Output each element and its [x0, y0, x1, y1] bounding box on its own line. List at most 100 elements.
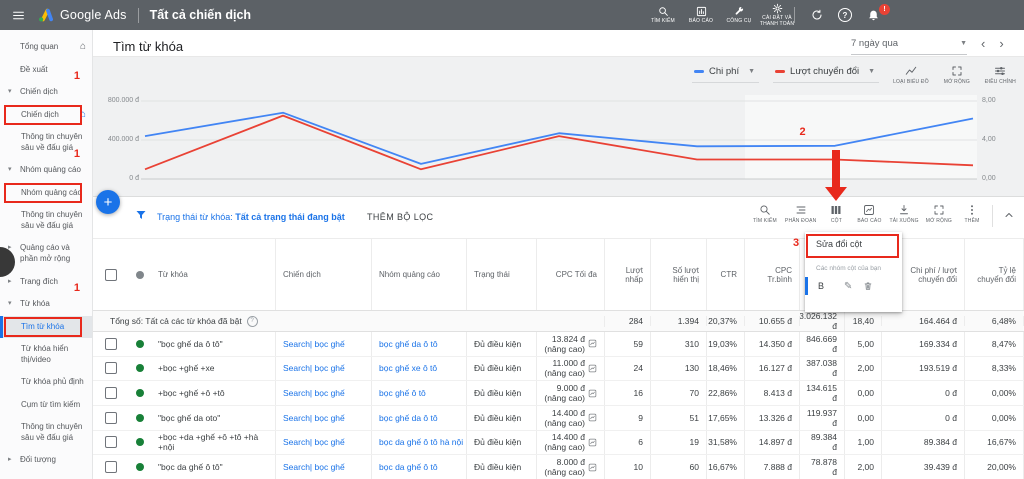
toolbar-label: TÌM KIẾM [753, 218, 777, 224]
checkbox[interactable] [105, 362, 117, 374]
toolbar-download-button[interactable]: TẢI XUỐNG [889, 204, 918, 224]
topbar-utilities: ? ! [786, 0, 887, 30]
bid-strategy-icon[interactable] [588, 364, 597, 373]
column-header[interactable]: CPC Tối đa [537, 239, 605, 310]
toolbar-more-button[interactable]: THÊM [959, 204, 985, 224]
date-range-select[interactable]: 7 ngày qua ▼ [851, 38, 967, 55]
modify-columns-item[interactable]: Sửa đổi cột [816, 239, 862, 249]
campaign-link[interactable]: Search| bọc ghế [283, 339, 345, 349]
chevron-right-icon[interactable]: › [999, 36, 1003, 51]
sidebar-item-t-kh-a-hi-n-th-video[interactable]: Từ khóa hiển thị/video [0, 338, 92, 371]
chevron-right-icon: ▸ [8, 277, 12, 286]
notifications-bell-icon[interactable]: ! [862, 9, 884, 22]
checkbox[interactable] [105, 338, 117, 350]
header-select-all[interactable] [93, 239, 129, 310]
campaign-link[interactable]: Search| bọc ghế [283, 413, 345, 423]
add-button[interactable]: + [96, 190, 120, 214]
help-icon[interactable]: ? [834, 8, 856, 22]
ad-group-link[interactable]: bọc ghế da ô tô [379, 339, 438, 349]
sidebar-nav: Tổng quan⌂Đề xuất▾Chiến dịch1Chiến dịch⌂… [0, 30, 93, 479]
bid-strategy-icon[interactable] [588, 389, 597, 398]
column-header[interactable]: Nhóm quảng cáo [372, 239, 467, 310]
bid-strategy-icon[interactable] [588, 339, 597, 348]
sidebar-item-nh-m-qu-ng-c-o[interactable]: Nhóm quảng cáo [0, 182, 92, 205]
bid-strategy-icon[interactable] [588, 413, 597, 422]
toolbar-segment-button[interactable]: PHÂN ĐOẠN [785, 204, 817, 224]
sidebar-item-t-ng-quan[interactable]: Tổng quan⌂ [0, 36, 92, 59]
max-cpc-note: (nâng cao) [544, 418, 585, 428]
bid-strategy-icon[interactable] [588, 438, 597, 447]
metric-cell: 130 [651, 357, 707, 381]
ad-group-link[interactable]: bọc da ghế ô tô [379, 462, 438, 472]
checkbox[interactable] [105, 269, 117, 281]
toolbar-search-button[interactable]: TÌM KIẾM [752, 204, 778, 224]
bid-strategy-icon[interactable] [588, 463, 597, 472]
column-header[interactable]: CPC Tr.bình [745, 239, 800, 310]
sidebar-item-t-kh-a[interactable]: ▾Từ khóa1 [0, 293, 92, 316]
ad-group-link[interactable]: bọc ghế da ô tô [379, 413, 438, 423]
sidebar-item-th-ng-tin-chuy-n-s-u-v-u-gi-[interactable]: Thông tin chuyên sâu về đấu giá [0, 416, 92, 449]
campaign-link[interactable]: Search| bọc ghế [283, 388, 345, 398]
topbar-nav-tools[interactable]: CÔNG CỤ [721, 6, 757, 24]
max-cpc-value: 9.000 đ [544, 383, 585, 393]
sidebar-item-c-m-t-t-m-ki-m[interactable]: Cụm từ tìm kiếm [0, 394, 92, 417]
sidebar-item-label: Quảng cáo và phần mở rộng [20, 243, 70, 263]
metric-cell: 2,00 [845, 455, 882, 479]
sidebar-item--i-t-ng[interactable]: ▸Đối tượng [0, 449, 92, 472]
metric-cell: 89.384 đ [882, 431, 965, 455]
sidebar-item-chi-n-d-ch[interactable]: ▾Chiến dịch1 [0, 81, 92, 104]
legend-metric-select[interactable]: Lượt chuyển đổi▼ [773, 63, 879, 83]
sidebar-item-chi-n-d-ch[interactable]: Chiến dịch⌂ [0, 104, 92, 127]
sidebar-item-t-kh-a-ph-nh[interactable]: Từ khóa phủ định [0, 371, 92, 394]
annotation-number-1: 1 [74, 147, 80, 162]
column-header[interactable]: Tỷ lệ chuyển đổi [965, 239, 1024, 310]
column-header[interactable]: CTR [707, 239, 745, 310]
saved-column-group[interactable]: B ✎ [805, 277, 902, 295]
campaign-link[interactable]: Search| bọc ghế [283, 363, 345, 373]
sidebar-item-nh-m-qu-ng-c-o[interactable]: ▾Nhóm quảng cáo1 [0, 159, 92, 182]
ad-group-link[interactable]: bọc ghế ô tô [379, 388, 426, 398]
topbar-nav: TÌM KIẾMBÁO CÁOCÔNG CỤCÀI ĐẶT VÀ THANH T… [645, 0, 797, 30]
toolbar-columns-button[interactable]: CỘT2 [823, 204, 849, 224]
sidebar-item-th-ng-tin-chuy-n-s-u-v-u-gi-[interactable]: Thông tin chuyên sâu về đấu giá [0, 204, 92, 237]
checkbox[interactable] [105, 387, 117, 399]
chevron-left-icon[interactable]: ‹ [981, 36, 985, 51]
checkbox[interactable] [105, 412, 117, 424]
toolbar-expand-button[interactable]: MỞ RỘNG [926, 204, 952, 224]
column-header[interactable]: Số lượt hiển thị [651, 239, 707, 310]
campaign-link[interactable]: Search| bọc ghế [283, 462, 345, 472]
metric-cell: 16 [605, 381, 651, 405]
checkbox[interactable] [105, 436, 117, 448]
refresh-icon[interactable] [806, 9, 828, 21]
chart-type-icon [905, 65, 917, 77]
chart-tool-adjust[interactable]: ĐIỀU CHỈNH [985, 65, 1016, 85]
checkbox[interactable] [105, 461, 117, 473]
ad-group-link[interactable]: bọc da ghế ô tô hà nội [379, 437, 463, 447]
enabled-status-dot [136, 364, 144, 372]
metric-cell: 0,00 [845, 406, 882, 430]
add-filter-button[interactable]: THÊM BỘ LỌC [367, 212, 433, 222]
menu-icon[interactable] [12, 9, 25, 22]
legend-metric-select[interactable]: Chi phí▼ [692, 63, 759, 83]
topbar-nav-search[interactable]: TÌM KIẾM [645, 6, 681, 24]
home-icon: ⌂ [80, 108, 86, 121]
toolbar-report-button[interactable]: BÁO CÁO [856, 204, 882, 224]
help-tooltip-icon[interactable]: ? [247, 316, 258, 327]
chart-tool-chart-type[interactable]: LOẠI BIỂU ĐỒ [893, 65, 929, 85]
column-header[interactable]: Lượt nhấp [605, 239, 651, 310]
delete-icon[interactable] [863, 281, 873, 291]
edit-icon[interactable]: ✎ [844, 281, 852, 292]
ad-group-link[interactable]: bọc ghế xe ô tô [379, 363, 437, 373]
campaign-link[interactable]: Search| bọc ghế [283, 437, 345, 447]
collapse-chevron-up-icon[interactable] [1000, 209, 1018, 221]
column-header[interactable]: Từ khóa [151, 239, 276, 310]
max-cpc-value: 8.000 đ [544, 457, 585, 467]
page-title: Tìm từ khóa [113, 39, 183, 54]
sidebar-item-t-m-t-kh-a[interactable]: Tìm từ khóa [0, 316, 92, 339]
chart-tool-expand[interactable]: MỞ RỘNG [943, 65, 971, 85]
topbar-nav-report[interactable]: BÁO CÁO [683, 6, 719, 24]
summary-metric: 164.464 đ [882, 316, 965, 326]
column-header[interactable]: Chiến dịch [276, 239, 372, 310]
column-header[interactable]: Trạng thái [467, 239, 537, 310]
keyword-status-filter[interactable]: Trạng thái từ khóa: Tất cả trạng thái đa… [157, 212, 345, 222]
